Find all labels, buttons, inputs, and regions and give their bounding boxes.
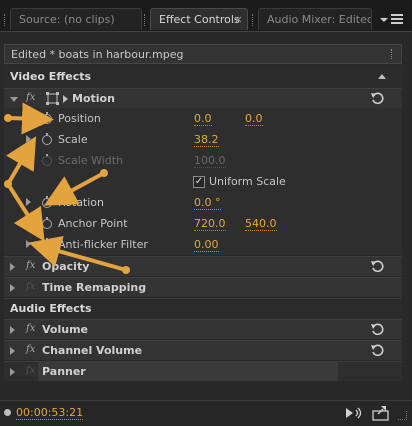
effect-name-panner: Panner bbox=[42, 365, 86, 378]
expand-down-icon[interactable] bbox=[10, 97, 18, 102]
fx-icon[interactable]: fx bbox=[26, 260, 35, 271]
property-label-anti-flicker: Anti-flicker Filter bbox=[58, 238, 148, 251]
footer-bar: 00:00:53:21 bbox=[0, 400, 412, 426]
rotation-value[interactable]: 0.0 ° bbox=[194, 196, 221, 210]
reset-icon[interactable] bbox=[370, 91, 384, 108]
expand-right-icon[interactable] bbox=[10, 263, 15, 271]
position-x-value[interactable]: 0.0 bbox=[194, 112, 212, 126]
property-row-rotation: Rotation 0.0 ° bbox=[4, 192, 402, 213]
uniform-scale-checkbox[interactable]: ✓ bbox=[193, 176, 205, 188]
fx-icon[interactable]: fx bbox=[26, 92, 35, 103]
expand-right-icon[interactable] bbox=[10, 284, 15, 292]
stopwatch-icon[interactable] bbox=[42, 238, 52, 250]
expand-right-icon[interactable] bbox=[10, 347, 15, 355]
effect-name-volume: Volume bbox=[42, 323, 88, 336]
property-row-scale-width: Scale Width 100.0 bbox=[4, 150, 402, 171]
expand-right-icon[interactable] bbox=[26, 198, 31, 206]
effect-name-motion: Motion bbox=[72, 92, 115, 105]
fx-icon: fx bbox=[26, 365, 36, 376]
tab-effect-controls-label: Effect Controls bbox=[159, 13, 240, 26]
clip-title-bar: Edited * boats in harbour.mpeg bbox=[4, 44, 402, 64]
property-label-scale: Scale bbox=[58, 133, 88, 146]
tab-audio-mixer-label: Audio Mixer: Edited bbox=[267, 13, 372, 26]
play-arrow-icon bbox=[63, 95, 68, 103]
scale-width-value: 100.0 bbox=[194, 154, 226, 168]
fx-icon[interactable]: fx bbox=[26, 323, 35, 334]
effect-row-channel-volume[interactable]: fx Channel Volume bbox=[4, 340, 402, 360]
playhead-icon bbox=[4, 409, 11, 416]
resize-grip-icon[interactable] bbox=[398, 411, 407, 420]
effect-row-motion[interactable]: fx Motion bbox=[4, 88, 402, 108]
close-icon[interactable]: × bbox=[234, 9, 243, 30]
scale-value[interactable]: 38.2 bbox=[194, 133, 219, 147]
uniform-scale-label: Uniform Scale bbox=[209, 175, 286, 188]
effect-name-channel-volume: Channel Volume bbox=[42, 344, 143, 357]
video-effects-label: Video Effects bbox=[10, 70, 92, 83]
property-row-scale: Scale 38.2 bbox=[4, 129, 402, 150]
effect-name-time-remapping: Time Remapping bbox=[42, 281, 147, 294]
stopwatch-icon[interactable] bbox=[42, 196, 52, 208]
reset-icon[interactable] bbox=[370, 343, 384, 360]
property-row-anti-flicker: Anti-flicker Filter 0.00 bbox=[4, 234, 402, 255]
expand-right-icon[interactable] bbox=[26, 240, 31, 248]
tab-source[interactable]: Source: (no clips) bbox=[10, 8, 142, 30]
effect-row-time-remapping[interactable]: fx Time Remapping bbox=[4, 277, 402, 297]
play-audio-icon[interactable] bbox=[345, 406, 363, 423]
effect-row-panner[interactable]: fx Panner bbox=[4, 361, 402, 381]
tab-grip[interactable] bbox=[4, 14, 7, 26]
clip-title: Edited * boats in harbour.mpeg bbox=[11, 48, 184, 61]
stopwatch-icon[interactable] bbox=[42, 112, 52, 124]
transform-box-icon[interactable] bbox=[46, 92, 62, 106]
property-label-position: Position bbox=[58, 112, 101, 125]
fx-icon: fx bbox=[26, 281, 36, 292]
current-timecode[interactable]: 00:00:53:21 bbox=[16, 407, 84, 420]
property-row-anchor-point: Anchor Point 720.0 540.0 bbox=[4, 213, 402, 234]
property-label-anchor-point: Anchor Point bbox=[58, 217, 128, 230]
anti-flicker-value[interactable]: 0.00 bbox=[194, 238, 219, 252]
reset-icon[interactable] bbox=[370, 322, 384, 339]
audio-effects-header: Audio Effects bbox=[4, 298, 402, 319]
scroll-grip-icon[interactable] bbox=[391, 49, 396, 59]
tab-source-label: Source: (no clips) bbox=[19, 13, 115, 26]
expand-right-icon bbox=[26, 156, 31, 164]
stopwatch-icon[interactable] bbox=[42, 217, 52, 229]
reset-icon[interactable] bbox=[370, 259, 384, 276]
export-icon[interactable] bbox=[372, 405, 390, 424]
audio-effects-label: Audio Effects bbox=[10, 302, 92, 315]
collapse-up-icon[interactable] bbox=[378, 74, 386, 79]
stopwatch-icon bbox=[42, 154, 52, 166]
property-label-scale-width: Scale Width bbox=[58, 154, 124, 167]
effect-row-opacity[interactable]: fx Opacity bbox=[4, 256, 402, 276]
fx-icon[interactable]: fx bbox=[26, 344, 35, 355]
expand-right-icon[interactable] bbox=[10, 326, 15, 334]
property-row-position: Position 0.0 0.0 bbox=[4, 108, 402, 129]
panel-menu-icon[interactable] bbox=[378, 11, 406, 27]
video-effects-header: Video Effects bbox=[4, 67, 402, 87]
tab-bar: Source: (no clips) Effect Controls × Aud… bbox=[0, 0, 412, 32]
tab-grip[interactable] bbox=[144, 14, 147, 26]
anchor-y-value[interactable]: 540.0 bbox=[245, 217, 277, 231]
tab-grip[interactable] bbox=[252, 14, 255, 26]
expand-right-icon[interactable] bbox=[26, 135, 31, 143]
position-y-value[interactable]: 0.0 bbox=[245, 112, 263, 126]
tab-effect-controls[interactable]: Effect Controls × bbox=[150, 8, 248, 30]
effect-row-volume[interactable]: fx Volume bbox=[4, 319, 402, 339]
expand-right-icon[interactable] bbox=[10, 368, 15, 376]
effect-name-opacity: Opacity bbox=[42, 260, 90, 273]
stopwatch-icon[interactable] bbox=[42, 133, 52, 145]
anchor-x-value[interactable]: 720.0 bbox=[194, 217, 226, 231]
tab-audio-mixer[interactable]: Audio Mixer: Edited bbox=[258, 8, 372, 30]
property-row-uniform-scale: ✓ Uniform Scale bbox=[4, 171, 402, 192]
property-label-rotation: Rotation bbox=[58, 196, 105, 209]
